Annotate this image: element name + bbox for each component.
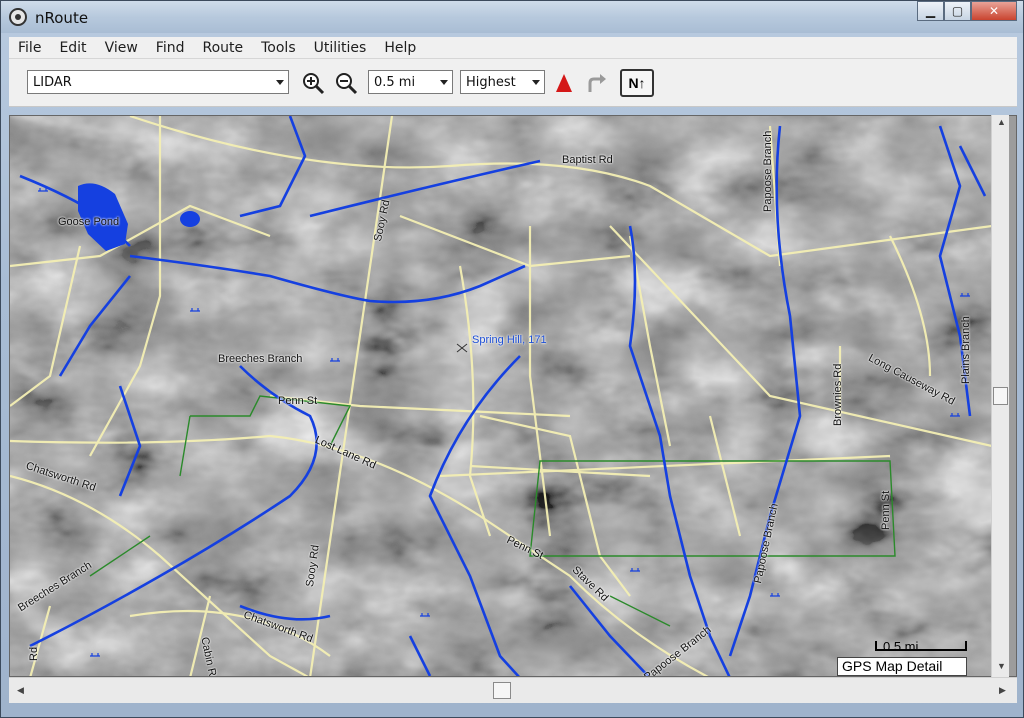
scroll-up-arrow-icon[interactable]: ▲ <box>997 117 1006 127</box>
zoom-in-icon[interactable] <box>301 71 325 95</box>
zoom-out-icon[interactable] <box>334 71 358 95</box>
menu-tools[interactable]: Tools <box>252 40 305 56</box>
chevron-down-icon <box>532 80 540 85</box>
label-goose-pond: Goose Pond <box>58 216 120 228</box>
toolbar: LIDAR 0.5 mi Highest N↑ <box>9 59 1017 107</box>
horizontal-scrollbar[interactable]: ◀ ▶ <box>9 677 1017 703</box>
detail-select-value: Highest <box>466 75 516 90</box>
menu-find[interactable]: Find <box>147 40 194 56</box>
lidar-hillshade <box>10 116 992 676</box>
window-title: nRoute <box>35 9 89 27</box>
label-baptist-rd: Baptist Rd <box>562 154 613 166</box>
menu-view[interactable]: View <box>96 40 147 56</box>
minimize-button[interactable]: ▁ <box>917 1 944 21</box>
label-road-edge: Rd <box>28 646 40 661</box>
scroll-left-arrow-icon[interactable]: ◀ <box>17 685 24 696</box>
vertical-scrollbar[interactable]: ▲ ▼ <box>991 115 1009 677</box>
close-button[interactable]: ✕ <box>971 1 1017 21</box>
scale-select[interactable]: 0.5 mi <box>368 70 453 94</box>
label-brownies-rd: Brownies Rd <box>832 363 844 426</box>
layer-select-value: LIDAR <box>33 75 72 90</box>
chevron-down-icon <box>440 80 448 85</box>
detail-select[interactable]: Highest <box>460 70 545 94</box>
menu-route[interactable]: Route <box>193 40 252 56</box>
gps-detail-label: GPS Map Detail <box>837 657 967 676</box>
chevron-down-icon <box>276 80 284 85</box>
scroll-down-arrow-icon[interactable]: ▼ <box>997 661 1006 671</box>
menu-help[interactable]: Help <box>375 40 425 56</box>
menu-edit[interactable]: Edit <box>50 40 95 56</box>
title-bar: nRoute ▁ ▢ ✕ <box>1 1 1023 33</box>
small-pond <box>180 211 200 227</box>
label-plains-branch: Plains Branch <box>960 316 972 384</box>
horizontal-scroll-thumb[interactable] <box>493 682 511 699</box>
label-penn-st-west: Penn St <box>278 395 318 407</box>
turn-right-arrow-icon[interactable] <box>584 71 608 95</box>
north-up-button[interactable]: N↑ <box>620 69 654 97</box>
menu-utilities[interactable]: Utilities <box>305 40 376 56</box>
window-controls: ▁ ▢ ✕ <box>917 1 1017 23</box>
map-view[interactable]: Goose Pond Baptist Rd Sooy Rd Sooy Rd Pa… <box>9 115 1017 677</box>
app-window: nRoute ▁ ▢ ✕ File Edit View Find Route T… <box>0 0 1024 718</box>
app-logo-icon <box>9 8 27 26</box>
label-papoose-branch-north: Papoose Branch <box>762 130 774 212</box>
menu-file[interactable]: File <box>9 40 50 56</box>
label-spring-hill: Spring Hill, 171 <box>472 334 547 346</box>
label-penn-st-east: Penn St <box>880 490 892 530</box>
scale-label: 0.5 mi <box>883 639 919 654</box>
scroll-right-arrow-icon[interactable]: ▶ <box>999 685 1006 696</box>
layer-select[interactable]: LIDAR <box>27 70 289 94</box>
menu-bar: File Edit View Find Route Tools Utilitie… <box>9 37 1017 59</box>
maximize-button[interactable]: ▢ <box>944 1 971 21</box>
scale-select-value: 0.5 mi <box>374 75 416 90</box>
map-canvas[interactable] <box>10 116 992 677</box>
label-breeches-branch-north: Breeches Branch <box>218 353 303 365</box>
vertical-scroll-thumb[interactable] <box>993 387 1008 405</box>
waypoint-triangle-icon[interactable] <box>552 71 576 95</box>
